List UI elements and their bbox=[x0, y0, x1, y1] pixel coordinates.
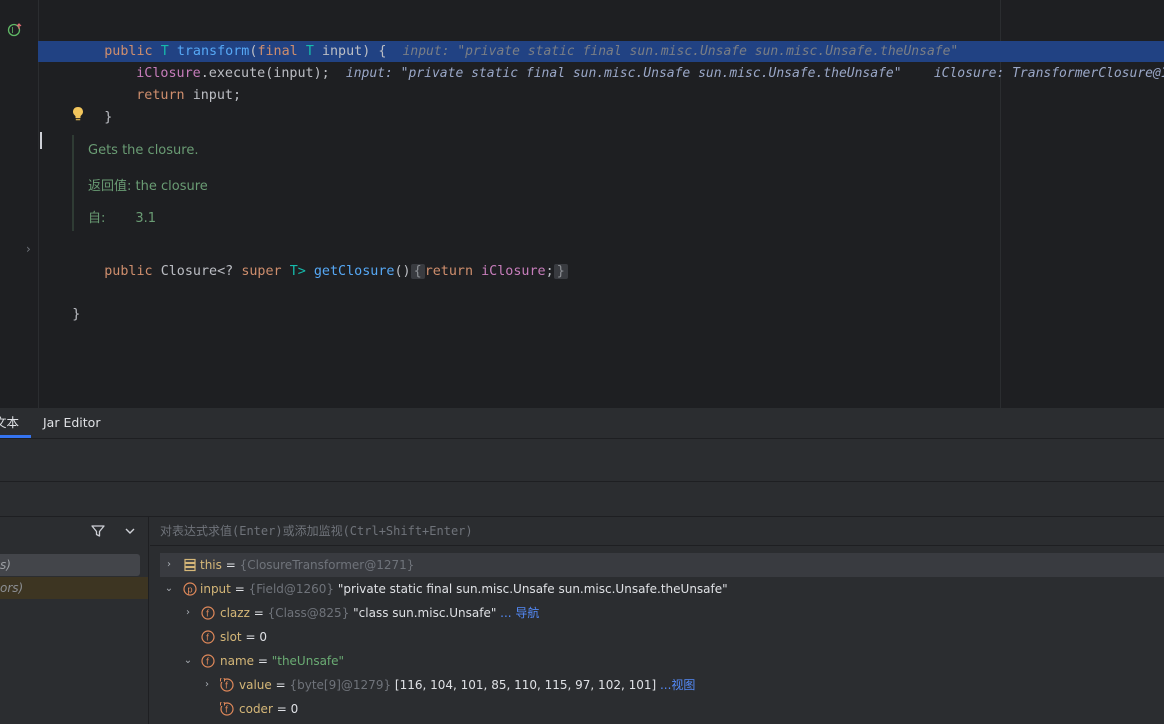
editor-tab-bar: 文本 Jar Editor bbox=[0, 408, 1164, 439]
variable-name: slot bbox=[220, 630, 242, 644]
variable-name: coder bbox=[239, 702, 273, 716]
svg-text:f: f bbox=[206, 657, 210, 667]
svg-text:p: p bbox=[187, 585, 192, 595]
object-icon bbox=[184, 558, 196, 572]
code-editor[interactable]: I › public T transform(final T input) { … bbox=[0, 0, 1164, 408]
tab-jar-editor[interactable]: Jar Editor bbox=[43, 408, 100, 438]
filter-icon[interactable] bbox=[90, 523, 106, 539]
debug-subtoolbar bbox=[0, 482, 1164, 517]
debugger-panel: s) ors) 对表达式求值(Enter)或添加监视(Ctrl+Shift+En… bbox=[0, 517, 1164, 724]
lightbulb-icon[interactable] bbox=[71, 106, 85, 122]
variable-row-input[interactable]: ⌄ p input = {Field@1260} "private static… bbox=[160, 577, 1164, 601]
field-icon: f bbox=[201, 630, 215, 644]
code-line-close-brace[interactable]: } bbox=[72, 85, 112, 125]
editor-gutter[interactable]: I › bbox=[0, 0, 39, 408]
svg-text:I: I bbox=[11, 26, 13, 35]
javadoc-description: Gets the closure. bbox=[88, 143, 199, 158]
debug-toolbar bbox=[0, 439, 1164, 482]
chevron-right-icon[interactable]: › bbox=[201, 673, 213, 697]
variable-row-slot[interactable]: f slot = 0 bbox=[160, 625, 1164, 649]
variable-row-clazz[interactable]: › f clazz = {Class@825} "class sun.misc.… bbox=[160, 601, 1164, 625]
code-line-class-close[interactable]: } bbox=[40, 282, 80, 322]
field-icon: f bbox=[201, 606, 215, 620]
variable-name: value bbox=[239, 678, 272, 692]
variable-row-name[interactable]: ⌄ f name = "theUnsafe" bbox=[160, 649, 1164, 673]
stack-frame[interactable]: s) bbox=[0, 554, 140, 576]
code-line-execute[interactable]: iClosure.execute(input); input: "private… bbox=[104, 41, 1164, 81]
stack-frame[interactable]: ors) bbox=[0, 577, 148, 599]
variable-name: this bbox=[200, 558, 222, 572]
folded-region[interactable]: } bbox=[553, 264, 568, 279]
inline-value-hint: iClosure: TransformerClosure@12 bbox=[933, 66, 1164, 81]
variable-name: clazz bbox=[220, 606, 250, 620]
evaluate-expression-input[interactable]: 对表达式求值(Enter)或添加监视(Ctrl+Shift+Enter) bbox=[150, 517, 1164, 546]
code-line-transform[interactable]: public T transform(final T input) { inpu… bbox=[72, 19, 958, 59]
tab-text[interactable]: 文本 bbox=[0, 408, 31, 438]
variable-name: name bbox=[220, 654, 255, 668]
variable-row-coder[interactable]: f coder = 0 bbox=[160, 697, 1164, 721]
inline-value-hint: input: "private static final sun.misc.Un… bbox=[345, 66, 902, 81]
chevron-down-icon[interactable]: ⌄ bbox=[163, 577, 175, 601]
fold-arrow-icon[interactable]: › bbox=[26, 242, 31, 256]
private-field-icon: f bbox=[220, 678, 234, 692]
view-link[interactable]: ...视图 bbox=[656, 678, 695, 692]
javadoc-block: Gets the closure. 返回值: the closure 自: 3.1 bbox=[72, 135, 688, 231]
parameter-icon: p bbox=[183, 582, 197, 596]
text-cursor bbox=[40, 132, 42, 149]
javadoc-returns: 返回值: the closure bbox=[88, 179, 208, 194]
field-icon: f bbox=[201, 654, 215, 668]
svg-text:f: f bbox=[225, 705, 229, 715]
variables-tree: › this = {ClosureTransformer@1271} ⌄ p i… bbox=[160, 553, 1164, 724]
svg-text:f: f bbox=[206, 609, 210, 619]
frames-panel: s) ors) bbox=[0, 517, 149, 724]
code-line-return[interactable]: return input; bbox=[104, 63, 241, 103]
private-field-icon: f bbox=[220, 702, 234, 716]
folded-region[interactable]: { bbox=[410, 264, 425, 279]
chevron-down-icon[interactable]: ⌄ bbox=[182, 649, 194, 673]
variable-row-this[interactable]: › this = {ClosureTransformer@1271} bbox=[160, 553, 1164, 577]
navigate-link[interactable]: ... 导航 bbox=[496, 606, 539, 620]
variable-row-value[interactable]: › f value = {byte[9]@1279} [116, 104, 10… bbox=[160, 673, 1164, 697]
chevron-right-icon[interactable]: › bbox=[182, 601, 194, 625]
variable-name: input bbox=[200, 582, 231, 596]
svg-text:f: f bbox=[225, 681, 229, 691]
javadoc-since: 自: 3.1 bbox=[88, 211, 157, 226]
override-method-icon[interactable]: I bbox=[7, 22, 23, 38]
code-line-getclosure[interactable]: public Closure<? super T> getClosure(){r… bbox=[72, 239, 568, 279]
chevron-down-icon[interactable] bbox=[124, 525, 136, 537]
svg-text:f: f bbox=[206, 633, 210, 643]
chevron-right-icon[interactable]: › bbox=[163, 553, 175, 577]
